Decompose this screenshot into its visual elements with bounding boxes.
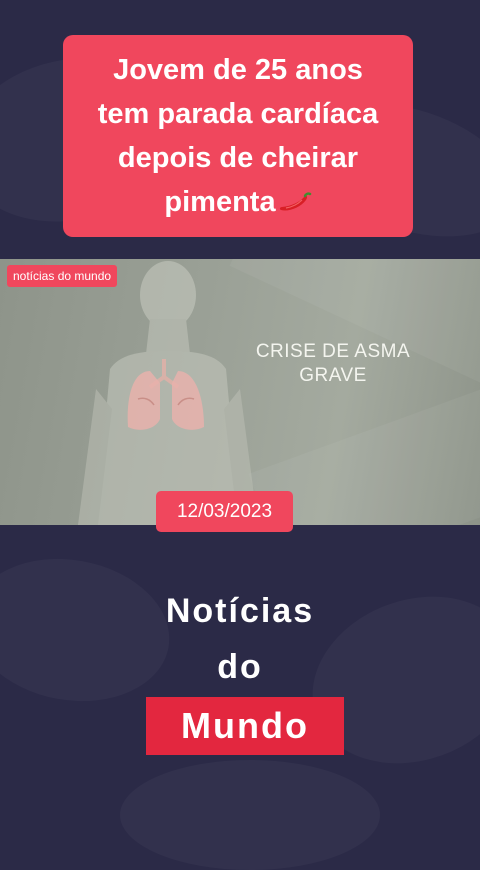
headline-card: Jovem de 25 anos tem parada cardíaca dep… [63,35,413,237]
body-illustration [78,261,258,525]
brand-title-line1: Notícias [165,592,315,630]
chili-pepper-icon [279,192,311,211]
human-figure [78,261,258,525]
headline-text: Jovem de 25 anos tem parada cardíaca dep… [73,48,403,224]
video-frame[interactable] [0,259,480,525]
date-badge: 12/03/2023 [156,491,293,532]
brand-title-line2: do [217,648,263,686]
source-label: notícias do mundo [7,265,118,287]
video-overlay-title: CRISE DE ASMA GRAVE [255,341,411,386]
headline-label: Jovem de 25 anos tem parada cardíaca dep… [97,54,379,218]
brand-title-line3: Mundo [181,705,309,746]
